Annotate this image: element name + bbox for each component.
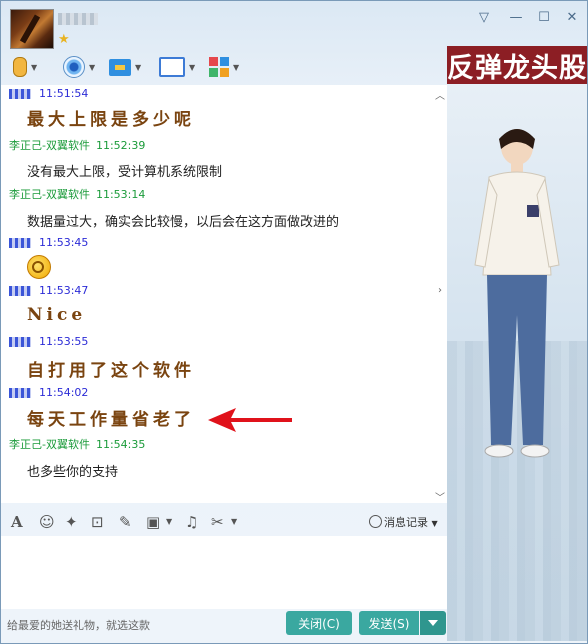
message-time: 11:53:45	[39, 236, 89, 249]
chevron-down-icon[interactable]: ▼	[231, 517, 237, 526]
image-icon[interactable]: ▣	[146, 513, 160, 531]
message-header: 11:51:54	[9, 87, 88, 100]
file-transfer-icon	[109, 58, 131, 76]
chat-window: ★ ▽ — ☐ ✕ ▼ ▼ ▼ ▼ ▼ 反弹龙头股 ︿ 11:51:54 最大上…	[0, 0, 588, 644]
contact-name-redacted	[58, 13, 98, 25]
title-bar: ★ ▽ — ☐ ✕	[1, 1, 587, 51]
annotation-arrow-icon	[208, 408, 292, 432]
message-header: 11:53:45	[9, 236, 88, 249]
contact-avatar[interactable]	[10, 9, 54, 49]
star-icon: ★	[58, 32, 70, 47]
message-time: 11:53:55	[39, 335, 89, 348]
remote-screen-icon	[159, 57, 185, 77]
remote-screen-button[interactable]: ▼	[159, 53, 195, 81]
sender-name[interactable]: 李正己-双翼软件	[9, 139, 90, 152]
apps-icon	[209, 57, 229, 77]
sender-name-redacted	[9, 337, 31, 347]
ok-hand-emoji-icon	[27, 255, 51, 279]
close-button[interactable]: 关闭(C)	[286, 611, 352, 635]
scroll-down-icon[interactable]: ﹀	[435, 489, 445, 503]
file-transfer-button[interactable]: ▼	[109, 53, 141, 81]
clock-icon	[369, 515, 382, 528]
chevron-down-icon[interactable]: ▼	[432, 519, 438, 528]
maximize-button[interactable]: ☐	[535, 10, 553, 25]
input-toolbar: A ☺ ✦ ⊡ ✎ ▣ ▼ ♫ ✂ ▼ 消息记录 ▼	[1, 506, 447, 536]
message-header: 11:54:02	[9, 386, 88, 399]
message-time: 11:52:39	[95, 139, 146, 152]
message-text: Nice	[27, 305, 87, 325]
message-input[interactable]	[1, 536, 447, 609]
font-icon[interactable]: A	[11, 513, 23, 531]
shake-icon[interactable]: ⊡	[91, 513, 104, 531]
message-text: 自打用了这个软件	[27, 361, 195, 381]
gift-promo-text[interactable]: 给最爱的她送礼物，就选这款	[7, 617, 150, 633]
magic-icon[interactable]: ✦	[65, 513, 78, 531]
message-time: 11:54:35	[95, 438, 146, 451]
voice-call-button[interactable]: ▼	[13, 53, 37, 81]
sender-name-redacted	[9, 89, 31, 99]
screenshot-scissors-icon[interactable]: ✂	[211, 513, 224, 531]
message-list: ︿ 11:51:54 最大上限是多少呢 李正己-双翼软件 11:52:39 没有最…	[1, 85, 447, 503]
chevron-down-icon[interactable]: ▼	[31, 63, 37, 72]
sender-name-redacted	[9, 286, 31, 296]
edit-icon[interactable]: ✎	[119, 513, 132, 531]
chevron-down-icon[interactable]: ▼	[233, 63, 239, 72]
minimize-button[interactable]: —	[507, 10, 525, 25]
message-time: 11:53:47	[39, 284, 89, 297]
collapse-panel-icon[interactable]: ›	[438, 285, 448, 305]
music-icon[interactable]: ♫	[185, 513, 198, 531]
message-time: 11:51:54	[39, 87, 89, 100]
webcam-icon	[63, 56, 85, 78]
history-label: 消息记录	[384, 516, 428, 529]
microphone-icon	[13, 57, 27, 77]
chevron-down-icon[interactable]: ▼	[135, 63, 141, 72]
video-call-button[interactable]: ▼	[63, 53, 95, 81]
message-text: 每天工作量省老了	[27, 410, 195, 430]
chat-toolbar: ▼ ▼ ▼ ▼ ▼	[1, 53, 441, 83]
message-history-button[interactable]: 消息记录 ▼	[369, 514, 438, 530]
message-header: 李正己-双翼软件 11:53:14	[9, 186, 145, 202]
avatar-figure	[474, 129, 560, 458]
message-header: 李正己-双翼软件 11:52:39	[9, 137, 145, 153]
message-header: 李正己-双翼软件 11:54:35	[9, 436, 145, 452]
chevron-down-icon[interactable]: ▼	[189, 63, 195, 72]
skin-icon[interactable]: ▽	[475, 10, 493, 25]
message-header: 11:53:47	[9, 284, 88, 297]
contact-show-panel	[447, 85, 587, 641]
message-text: 数据量过大，确实会比较慢，以后会在这方面做改进的	[27, 215, 340, 230]
chevron-down-icon[interactable]: ▼	[89, 63, 95, 72]
message-text: 也多些你的支持	[27, 465, 119, 480]
send-button[interactable]: 发送(S)	[359, 611, 419, 635]
sender-name[interactable]: 李正己-双翼软件	[9, 438, 90, 451]
close-window-button[interactable]: ✕	[563, 10, 581, 25]
send-options-button[interactable]	[420, 611, 446, 635]
message-text: 没有最大上限，受计算机系统限制	[27, 165, 223, 180]
message-text: 最大上限是多少呢	[27, 110, 195, 130]
message-time: 11:53:14	[95, 188, 146, 201]
message-header: 11:53:55	[9, 335, 88, 348]
sender-name-redacted	[9, 388, 31, 398]
message-time: 11:54:02	[39, 386, 89, 399]
emoji-icon[interactable]: ☺	[39, 513, 55, 531]
ad-banner[interactable]: 反弹龙头股	[447, 46, 587, 84]
sender-name-redacted	[9, 238, 31, 248]
sender-name[interactable]: 李正己-双翼软件	[9, 188, 90, 201]
chevron-down-icon[interactable]: ▼	[166, 517, 172, 526]
apps-button[interactable]: ▼	[209, 53, 239, 81]
scroll-up-icon[interactable]: ︿	[435, 87, 445, 102]
